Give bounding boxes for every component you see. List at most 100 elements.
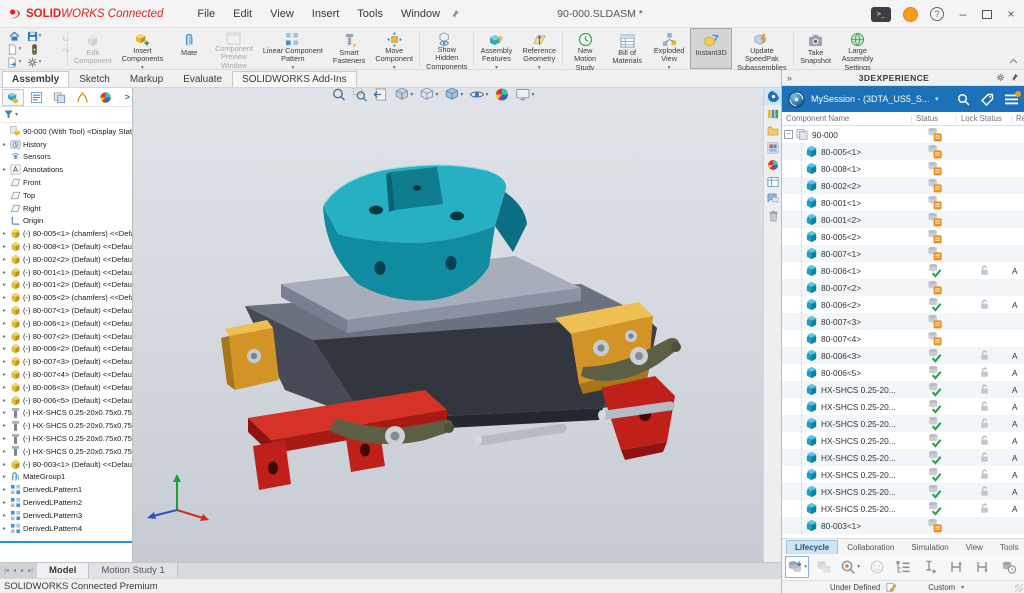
tab-solidworks-add-ins[interactable]: SOLIDWORKS Add-Ins bbox=[232, 71, 356, 87]
maximize-button[interactable] bbox=[982, 10, 992, 19]
column-header-lock-status[interactable]: Lock Status bbox=[957, 114, 1012, 123]
replace-down-button[interactable] bbox=[970, 556, 994, 578]
component-row[interactable]: 80-007<4> bbox=[782, 330, 1024, 347]
zoom-fit-button[interactable] bbox=[331, 88, 346, 102]
menu-edit[interactable]: Edit bbox=[225, 4, 260, 24]
tree-item[interactable]: ▸(-) HX-SHCS 0.25-20x0.75x0.75-N bbox=[0, 419, 132, 432]
save-button[interactable]: ▾ bbox=[24, 30, 44, 43]
show-hidden-components-button[interactable]: ShowHiddenComponents bbox=[421, 28, 472, 69]
appearance-button[interactable] bbox=[494, 88, 509, 102]
expander-icon[interactable]: ▸ bbox=[3, 166, 10, 173]
component-row[interactable]: HX-SHCS 0.25-20...A bbox=[782, 432, 1024, 449]
rebuild-button[interactable] bbox=[24, 43, 44, 56]
column-header-status[interactable]: Status bbox=[912, 114, 957, 123]
view-orientation-button[interactable]: ▾ bbox=[419, 88, 438, 102]
component-row[interactable]: 80-007<1> bbox=[782, 245, 1024, 262]
expander-icon[interactable]: ▸ bbox=[3, 409, 10, 416]
tree-item[interactable]: Sensors bbox=[0, 151, 132, 164]
collapse-box[interactable]: − bbox=[784, 130, 793, 139]
component-row[interactable]: HX-SHCS 0.25-20...A bbox=[782, 466, 1024, 483]
console-icon[interactable]: >_ bbox=[871, 7, 891, 22]
expander-icon[interactable]: ▸ bbox=[3, 333, 10, 340]
component-row[interactable]: 80-003<1> bbox=[782, 517, 1024, 534]
tree-item[interactable]: ▸(-) HX-SHCS 0.25-20x0.75x0.75-N bbox=[0, 445, 132, 458]
new-doc-button[interactable]: ▾ bbox=[4, 43, 24, 56]
expander-icon[interactable]: ▸ bbox=[3, 230, 10, 237]
expander-icon[interactable]: ▸ bbox=[3, 371, 10, 378]
menu-window[interactable]: Window bbox=[393, 4, 448, 24]
fm-tree-tab[interactable] bbox=[2, 89, 24, 106]
column-header-component-name[interactable]: Component Name bbox=[782, 114, 912, 123]
component-row[interactable]: HX-SHCS 0.25-20...A bbox=[782, 500, 1024, 517]
mate-button[interactable]: Mate bbox=[168, 28, 210, 69]
filter-mode-caret-icon[interactable]: ▾ bbox=[961, 584, 964, 591]
tree-item[interactable]: ▸(-) 80-006<3> (Default) <<Default bbox=[0, 381, 132, 394]
search-icon[interactable] bbox=[957, 93, 970, 106]
expander-icon[interactable]: ▸ bbox=[3, 448, 10, 455]
tab-markup[interactable]: Markup bbox=[120, 71, 173, 87]
expander-icon[interactable]: ▸ bbox=[3, 243, 10, 250]
forum-tab[interactable] bbox=[764, 190, 782, 207]
tree-item[interactable]: ▸(-) 80-005<1> (chamfers) <<Defa bbox=[0, 227, 132, 240]
tree-item[interactable]: ▸(-) 80-008<1> (Default) <<Default bbox=[0, 240, 132, 253]
expander-icon[interactable]: ▸ bbox=[3, 486, 10, 493]
expander-icon[interactable]: ▸ bbox=[3, 320, 10, 327]
tree-item[interactable]: ▸(-) HX-SHCS 0.25-20x0.75x0.75-N bbox=[0, 432, 132, 445]
fm-config-tab[interactable] bbox=[48, 89, 70, 106]
expander-icon[interactable]: ▸ bbox=[3, 473, 10, 480]
tree-item[interactable]: Origin bbox=[0, 215, 132, 228]
open-doc-button[interactable]: ▾ bbox=[4, 56, 24, 69]
component-row[interactable]: −90-000 bbox=[782, 126, 1024, 143]
expander-icon[interactable]: ▸ bbox=[3, 384, 10, 391]
expander-icon[interactable]: ▸ bbox=[3, 358, 10, 365]
assembly-features-button[interactable]: AssemblyFeatures▾ bbox=[475, 28, 517, 69]
panel-pin-icon[interactable] bbox=[1010, 73, 1019, 82]
pin-menu-icon[interactable] bbox=[450, 9, 460, 19]
expander-icon[interactable]: ▸ bbox=[3, 294, 10, 301]
filter-mode[interactable]: Custom bbox=[928, 583, 955, 592]
component-row[interactable]: 80-005<1> bbox=[782, 143, 1024, 160]
expander-icon[interactable]: ▸ bbox=[3, 525, 10, 532]
minimize-button[interactable]: – bbox=[956, 7, 970, 21]
tree-item[interactable]: ▸MateGroup1 bbox=[0, 471, 132, 484]
component-row[interactable]: 80-005<2> bbox=[782, 228, 1024, 245]
tab-scroll-3[interactable]: ▸| bbox=[27, 567, 34, 574]
home-button[interactable] bbox=[4, 30, 24, 43]
tab-sketch[interactable]: Sketch bbox=[69, 71, 120, 87]
menu-insert[interactable]: Insert bbox=[304, 4, 348, 24]
view-palette-tab[interactable] bbox=[764, 139, 782, 156]
column-header-re[interactable]: Re bbox=[1012, 114, 1024, 123]
close-button[interactable]: × bbox=[1004, 7, 1018, 21]
tree-item[interactable]: ▸DerivedLPattern1 bbox=[0, 483, 132, 496]
insert-existing-button[interactable] bbox=[917, 556, 941, 578]
section-view-button[interactable]: ▾ bbox=[394, 88, 413, 102]
fm-display-tab[interactable] bbox=[94, 89, 116, 106]
tree-item[interactable]: ▸DerivedLPattern2 bbox=[0, 496, 132, 509]
update-speedpak-subassemblies-button[interactable]: UpdateSpeedPakSubassemblies bbox=[732, 28, 791, 69]
tree-item[interactable]: ▸(-) 80-001<2> (Default) <<Default bbox=[0, 279, 132, 292]
tree-item[interactable]: ▸(-) 80-007<1> (Default) <<Default bbox=[0, 304, 132, 317]
tree-item[interactable]: Front bbox=[0, 176, 132, 189]
bill-of-materials-button[interactable]: Bill ofMaterials bbox=[606, 28, 648, 69]
explore-button[interactable]: ▾ bbox=[838, 556, 862, 578]
panel-tab-tools[interactable]: Tools bbox=[992, 541, 1024, 554]
expander-icon[interactable]: ▸ bbox=[3, 397, 10, 404]
user-avatar[interactable] bbox=[903, 7, 918, 22]
previous-view-button[interactable] bbox=[373, 88, 388, 102]
ribbon-collapse-icon[interactable] bbox=[1009, 58, 1018, 64]
expander-icon[interactable]: ▸ bbox=[3, 435, 10, 442]
component-row[interactable]: HX-SHCS 0.25-20...A bbox=[782, 483, 1024, 500]
appearances-tab[interactable] bbox=[764, 156, 782, 173]
file-explorer-tab[interactable] bbox=[764, 122, 782, 139]
tree-item[interactable]: ▸(-) 80-003<1> (Default) <<Default bbox=[0, 458, 132, 471]
hide-show-items-button[interactable]: ▾ bbox=[469, 88, 488, 102]
tree-item[interactable]: ▸History bbox=[0, 138, 132, 151]
tree-item[interactable]: ▸(-) 80-002<2> (Default) <<Default bbox=[0, 253, 132, 266]
expander-icon[interactable]: ▸ bbox=[3, 422, 10, 429]
tag-icon[interactable] bbox=[981, 93, 994, 106]
tree-item[interactable]: ▸(-) 80-007<4> (Default) <<Default bbox=[0, 368, 132, 381]
tree-item[interactable]: ▸(-) 80-006<1> (Default) <<Default bbox=[0, 317, 132, 330]
tab-scroll-2[interactable]: ▸ bbox=[19, 567, 26, 574]
session-caret-icon[interactable]: ▾ bbox=[935, 95, 939, 103]
tree-item[interactable]: ▸DerivedLPattern4 bbox=[0, 522, 132, 535]
